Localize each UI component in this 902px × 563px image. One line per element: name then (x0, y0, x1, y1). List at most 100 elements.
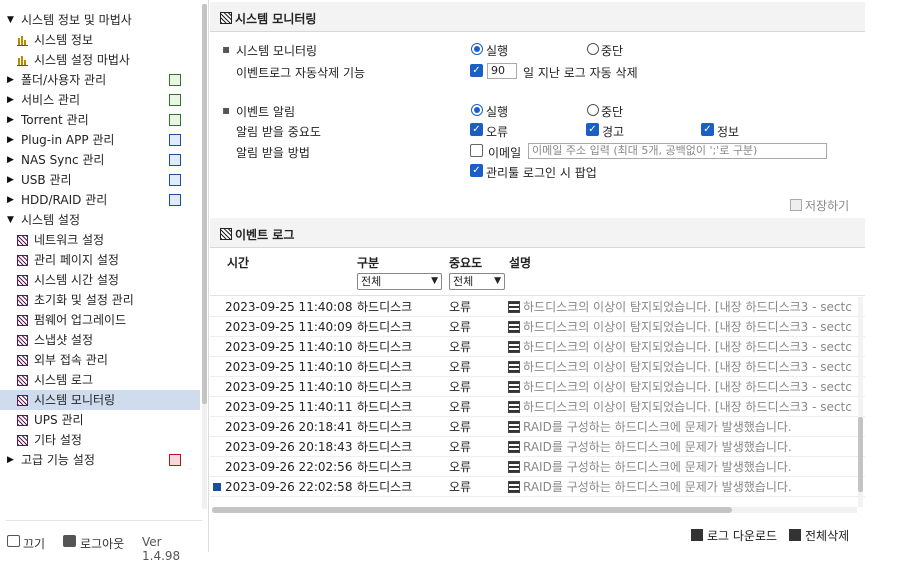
expand-right-icon[interactable]: ▶ (7, 170, 14, 190)
tree-item-other-settings[interactable]: 기타 설정 (0, 430, 200, 450)
expand-right-icon[interactable]: ▶ (7, 110, 14, 130)
expand-right-icon[interactable]: ▶ (7, 450, 14, 470)
save-icon[interactable] (790, 199, 802, 211)
tree-node-torrent[interactable]: ▶ Torrent 관리 (0, 110, 200, 130)
tree-item-firmware[interactable]: 펌웨어 업그레이드 (0, 310, 200, 330)
alert-stop-label[interactable]: 중단 (601, 103, 623, 120)
chevron-down-icon: ▼ (431, 276, 438, 286)
importance-info-label[interactable]: 정보 (717, 123, 739, 140)
tree-node-usb[interactable]: ▶ USB 관리 (0, 170, 200, 190)
monitoring-stop-radio[interactable] (587, 43, 599, 55)
col-category[interactable]: 구분 (357, 254, 379, 271)
alert-run-radio[interactable] (471, 104, 483, 116)
event-log-section-header: 이벤트 로그 (210, 218, 865, 248)
tree-node-plugin-app[interactable]: ▶ Plug-in APP 관리 (0, 130, 200, 150)
hdd-icon (169, 194, 181, 206)
importance-error-label[interactable]: 오류 (486, 123, 508, 140)
hdd-icon (508, 361, 520, 373)
col-importance[interactable]: 중요도 (449, 254, 482, 271)
tree-item-system-monitoring[interactable]: 시스템 모니터링 (0, 390, 200, 410)
importance-filter-select[interactable]: 전체 ▼ (449, 273, 505, 290)
col-time[interactable]: 시간 (227, 254, 249, 271)
tree-item-system-info[interactable]: 시스템 정보 (0, 30, 200, 50)
importance-info-checkbox[interactable]: ✓ (701, 123, 714, 136)
tree-item-external-access[interactable]: 외부 접속 관리 (0, 350, 200, 370)
expand-right-icon[interactable]: ▶ (7, 70, 14, 90)
expand-right-icon[interactable]: ▶ (7, 130, 14, 150)
save-button[interactable]: 저장하기 (805, 197, 849, 214)
power-icon[interactable] (7, 535, 20, 547)
scrollbar-thumb[interactable] (858, 417, 863, 492)
auto-delete-days-input[interactable]: 90 (487, 63, 517, 79)
event-log-row[interactable]: 2023-09-25 11:40:09 하드디스크 오류 하드디스크의 이상이 탐지되… (210, 317, 865, 337)
importance-warning-checkbox[interactable]: ✓ (586, 123, 599, 136)
col-description[interactable]: 설명 (509, 254, 531, 271)
tree-node-services[interactable]: ▶ 서비스 관리 (0, 90, 200, 110)
auto-delete-checkbox[interactable]: ✓ (470, 64, 483, 77)
tree-node-nas-sync[interactable]: ▶ NAS Sync 관리 (0, 150, 200, 170)
alert-stop-radio[interactable] (587, 104, 599, 116)
expand-right-icon[interactable]: ▶ (7, 150, 14, 170)
log-download-button[interactable]: 로그 다운로드 (707, 527, 777, 544)
monitoring-stop-label[interactable]: 중단 (601, 42, 623, 59)
expand-down-icon[interactable]: ▼ (7, 10, 14, 30)
scrollbar-thumb[interactable] (212, 507, 732, 513)
event-log-row[interactable]: 2023-09-25 11:40:11 하드디스크 오류 하드디스크의 이상이 탐지되… (210, 397, 865, 417)
delete-all-button[interactable]: 전체삭제 (805, 527, 849, 544)
tree-item-network[interactable]: 네트워크 설정 (0, 230, 200, 250)
tree-item-setup-wizard[interactable]: 시스템 설정 마법사 (0, 50, 200, 70)
importance-warning-label[interactable]: 경고 (602, 123, 624, 140)
tree-node-hdd-raid[interactable]: ▶ HDD/RAID 관리 (0, 190, 200, 210)
event-importance: 오류 (449, 340, 472, 354)
event-log-vscroll[interactable] (858, 297, 863, 507)
event-log-row[interactable]: 2023-09-25 11:40:08 하드디스크 오류 하드디스크의 이상이 탐지되… (210, 297, 865, 317)
sidebar-footer: 끄기 로그아웃 Ver 1.4.98 (6, 520, 202, 563)
expand-down-icon[interactable]: ▼ (7, 210, 14, 230)
hdd-icon (508, 481, 520, 493)
tree-node-folder-user[interactable]: ▶ 폴더/사용자 관리 (0, 70, 200, 90)
monitoring-run-radio[interactable] (471, 43, 483, 55)
expand-right-icon[interactable]: ▶ (7, 90, 14, 110)
tree-item-reset-config[interactable]: 초기화 및 설정 관리 (0, 290, 200, 310)
new-badge-icon (213, 483, 221, 491)
email-input[interactable]: 이메일 주소 입력 (최대 5개, 공백없이 ';'로 구분) (528, 143, 827, 159)
event-log-row[interactable]: 2023-09-25 11:40:10 하드디스크 오류 하드디스크의 이상이 탐지되… (210, 357, 865, 377)
alert-run-label[interactable]: 실행 (486, 103, 508, 120)
tree-node-system-info-wizard[interactable]: ▼ 시스템 정보 및 마법사 (0, 10, 200, 30)
scrollbar-thumb[interactable] (202, 4, 207, 404)
hdd-icon (508, 381, 520, 393)
delete-icon[interactable] (789, 529, 801, 541)
event-log-list: 2023-09-25 11:40:08 하드디스크 오류 하드디스크의 이상이 탐지되… (210, 297, 865, 505)
popup-checkbox[interactable]: ✓ (470, 164, 483, 177)
email-checkbox[interactable] (470, 144, 483, 157)
tree-node-system-settings[interactable]: ▼ 시스템 설정 (0, 210, 200, 230)
tree-node-advanced[interactable]: ▶ 고급 기능 설정 (0, 450, 200, 470)
logout-icon[interactable] (63, 535, 76, 547)
logout-button[interactable]: 로그아웃 (80, 535, 124, 552)
monitoring-run-label[interactable]: 실행 (486, 42, 508, 59)
tree-item-system-log[interactable]: 시스템 로그 (0, 370, 200, 390)
event-log-hscroll[interactable] (212, 507, 857, 513)
sidebar-scrollbar[interactable] (202, 4, 207, 509)
event-log-row[interactable]: 2023-09-26 20:18:41 하드디스크 오류 RAID를 구성하는 하드디… (210, 417, 865, 437)
event-importance: 오류 (449, 360, 472, 374)
tree-item-system-time[interactable]: 시스템 시간 설정 (0, 270, 200, 290)
event-log-row[interactable]: 2023-09-26 20:18:43 하드디스크 오류 RAID를 구성하는 하드디… (210, 437, 865, 457)
importance-error-checkbox[interactable]: ✓ (470, 123, 483, 136)
event-log-row[interactable]: 2023-09-26 22:02:56 하드디스크 오류 RAID를 구성하는 하드디… (210, 457, 865, 477)
event-log-row[interactable]: 2023-09-26 22:02:58 하드디스크 오류 RAID를 구성하는 하드디… (210, 477, 865, 497)
download-icon[interactable] (691, 529, 703, 541)
tree-item-admin-page[interactable]: 관리 페이지 설정 (0, 250, 200, 270)
expand-right-icon[interactable]: ▶ (7, 190, 14, 210)
tree-item-ups[interactable]: UPS 관리 (0, 410, 200, 430)
category-filter-value: 전체 (361, 275, 382, 288)
event-log-row[interactable]: 2023-09-25 11:40:10 하드디스크 오류 하드디스크의 이상이 탐지되… (210, 337, 865, 357)
settings-icon (17, 375, 28, 386)
popup-label[interactable]: 관리툴 로그인 시 팝업 (486, 164, 597, 181)
email-label[interactable]: 이메일 (488, 144, 521, 161)
power-off-button[interactable]: 끄기 (23, 535, 45, 552)
event-importance: 오류 (449, 440, 472, 454)
event-log-row[interactable]: 2023-09-25 11:40:10 하드디스크 오류 하드디스크의 이상이 탐지되… (210, 377, 865, 397)
tree-item-snapshot[interactable]: 스냅샷 설정 (0, 330, 200, 350)
category-filter-select[interactable]: 전체 ▼ (357, 273, 442, 290)
